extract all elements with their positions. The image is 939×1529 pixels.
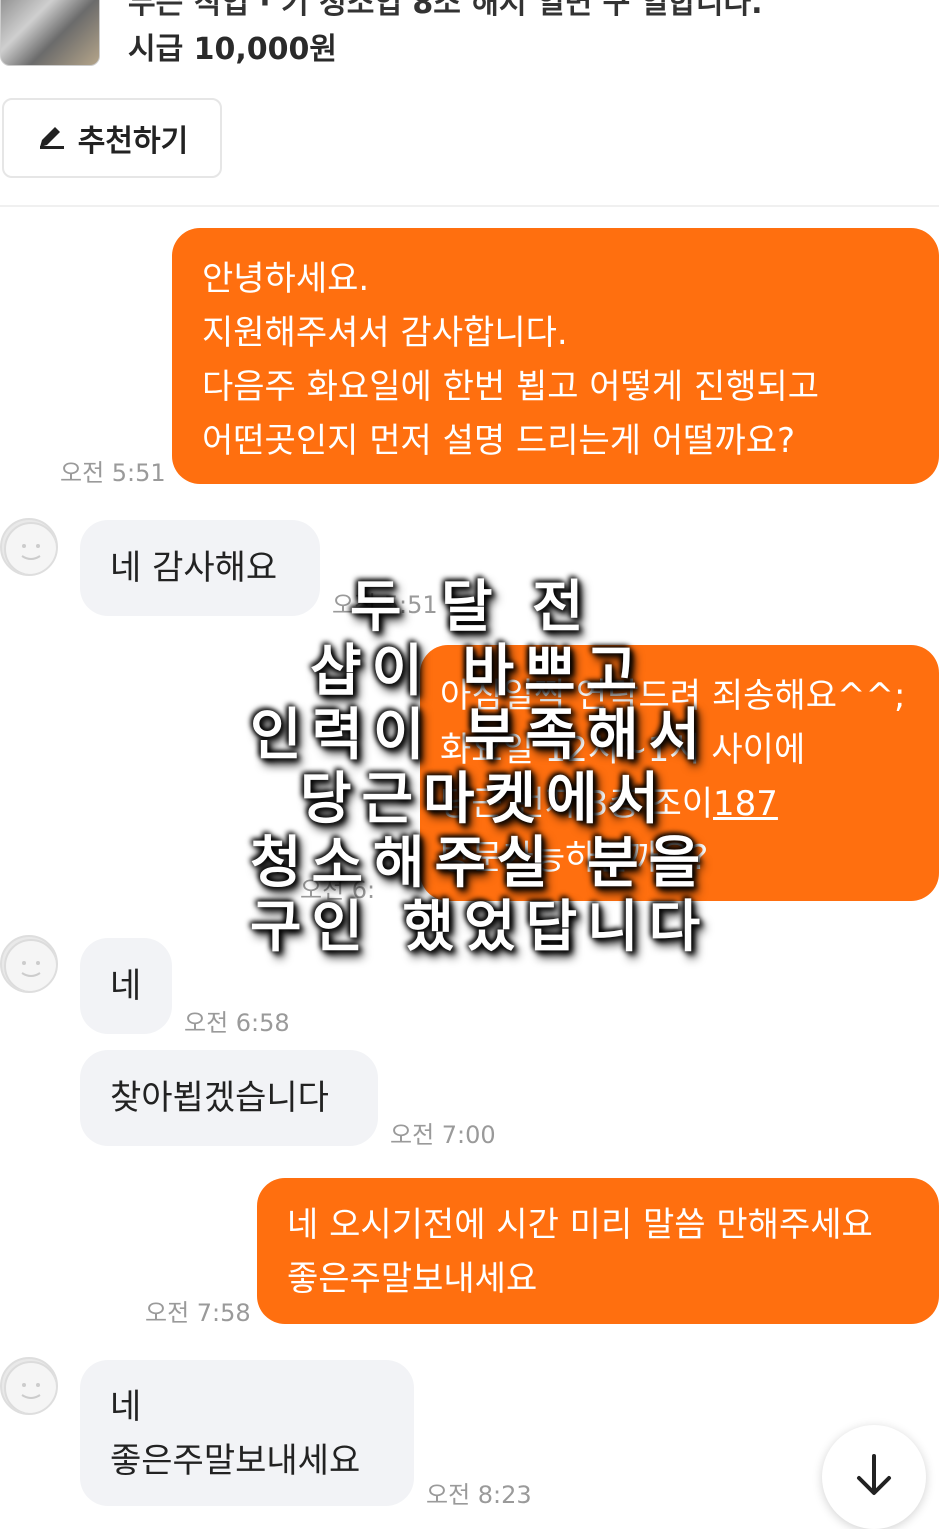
message-timestamp: 오전 8:23 — [426, 1481, 532, 1509]
message-timestamp: 오전 5:51 — [60, 459, 166, 487]
header-divider — [0, 205, 939, 207]
message-timestamp: 오전 7:58 — [145, 1299, 251, 1327]
caption-line: 당근마켓에서 — [300, 766, 670, 832]
caption-line: 두 달 전 — [350, 574, 594, 640]
scroll-to-bottom-button[interactable] — [822, 1425, 926, 1529]
user-avatar[interactable] — [0, 518, 58, 576]
caption-line: 구인 했었답니다 — [250, 894, 711, 960]
message-timestamp: 오전 6:58 — [184, 1009, 290, 1037]
message-timestamp: 오전 7:00 — [390, 1121, 496, 1149]
message-bubble-incoming[interactable]: 찾아뵙겠습니다 — [80, 1050, 378, 1146]
recommend-button[interactable]: 추천하기 — [2, 98, 222, 178]
caption-line: 인력이 부족해서 — [250, 702, 711, 768]
message-bubble-outgoing[interactable]: 네 오시기전에 시간 미리 말씀 만해주세요 좋은주말보내세요 — [257, 1178, 939, 1324]
arrow-down-icon — [849, 1450, 899, 1504]
recommend-button-label: 추천하기 — [77, 124, 189, 159]
overlay-caption: 두 달 전 샵이 바쁘고 인력이 부족해서 당근마켓에서 청소해주실 분을 구인… — [250, 575, 710, 959]
job-wage: 시급 10,000원 — [128, 32, 338, 67]
address-link[interactable]: 187 — [713, 784, 778, 824]
message-bubble-incoming[interactable]: 네 좋은주말보내세요 — [80, 1360, 414, 1506]
message-bubble-incoming[interactable]: 네 — [80, 938, 172, 1034]
user-avatar[interactable] — [0, 1357, 58, 1415]
user-avatar[interactable] — [0, 935, 58, 993]
job-post-header[interactable]: 무슨 직업 · 기 청소업 8소 해서 일면 구 일합니다. 시급 10,000… — [0, 0, 939, 70]
job-title: 무슨 직업 · 기 청소업 8소 해서 일면 구 일합니다. — [128, 0, 763, 21]
caption-line: 청소해주실 분을 — [250, 830, 711, 896]
message-bubble-outgoing[interactable]: 안녕하세요. 지원해주셔서 감사합니다. 다음주 화요일에 한번 뵙고 어떻게 … — [172, 228, 939, 484]
job-thumbnail-image[interactable] — [0, 0, 100, 66]
pencil-icon — [36, 121, 66, 155]
caption-line: 샵이 바쁘고 — [310, 638, 648, 704]
